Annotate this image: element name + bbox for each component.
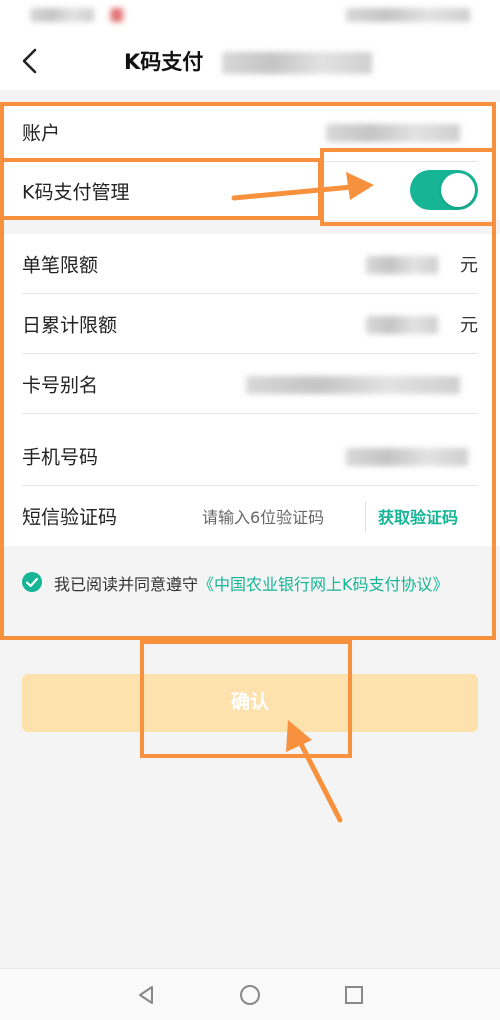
annotation-frame-confirm [140, 640, 352, 758]
app-header: K码支付 [0, 32, 500, 90]
status-blur-left [30, 8, 94, 22]
triangle-back-icon[interactable] [132, 981, 160, 1009]
status-blur-red [110, 8, 124, 22]
status-blur-right [346, 8, 470, 22]
annotation-frame-toggle [320, 148, 496, 226]
system-nav-bar [0, 968, 500, 1020]
circle-home-icon[interactable] [236, 981, 264, 1009]
page-title: K码支付 [124, 50, 204, 74]
title-blurred-suffix [222, 52, 372, 74]
back-icon[interactable] [14, 44, 48, 78]
status-bar [0, 0, 500, 32]
annotation-frame-row [0, 158, 322, 220]
square-recent-icon[interactable] [340, 981, 368, 1009]
